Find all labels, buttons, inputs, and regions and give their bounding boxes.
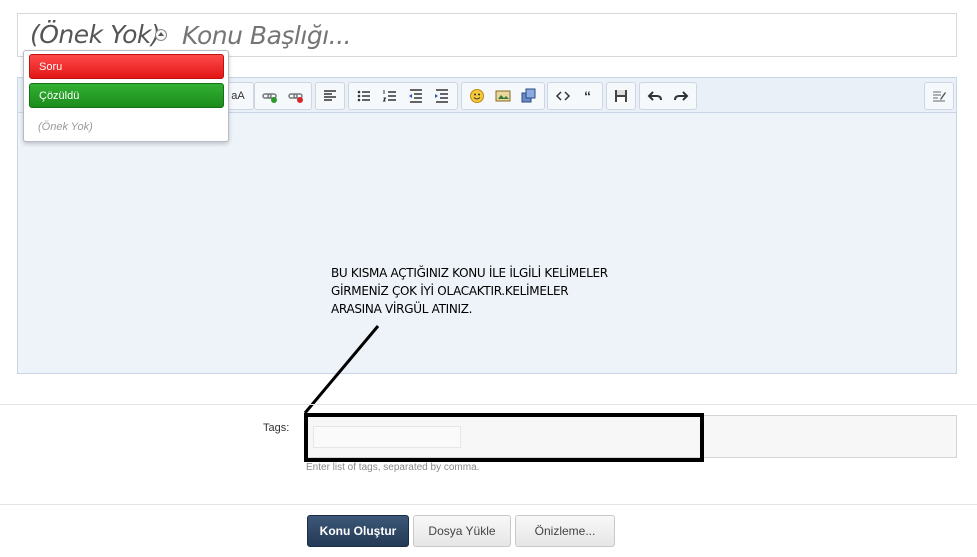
annotation-line: GİRMENİZ ÇOK İYİ OLACAKTIR.KELİMELER	[331, 284, 569, 298]
toolbar-group-link	[254, 82, 312, 110]
annotation-text: BU KISMA AÇTIĞINIZ KONU İLE İLGİLİ KELİM…	[331, 264, 651, 318]
prefix-option-none[interactable]: (Önek Yok)	[29, 115, 224, 140]
code-icon[interactable]	[551, 85, 574, 107]
upload-file-button[interactable]: Dosya Yükle	[413, 515, 511, 547]
indent-icon[interactable]	[430, 85, 454, 107]
toolbar-group-save	[606, 82, 636, 110]
numbered-list-icon[interactable]	[378, 85, 402, 107]
prefix-dropdown: Soru Çözüldü (Önek Yok)	[23, 50, 229, 142]
link-icon[interactable]	[258, 85, 282, 107]
prefix-selector[interactable]: (Önek Yok)	[30, 20, 161, 49]
save-icon[interactable]	[610, 85, 632, 107]
outdent-icon[interactable]	[404, 85, 428, 107]
tags-hint: Enter list of tags, separated by comma.	[306, 462, 480, 473]
preview-button[interactable]: Önizleme...	[515, 515, 615, 547]
redo-icon[interactable]	[669, 85, 693, 107]
tags-label: Tags:	[263, 422, 290, 434]
align-left-icon[interactable]	[319, 85, 341, 107]
prefix-option-soru[interactable]: Soru	[29, 54, 224, 79]
toolbar-group-source	[924, 82, 954, 110]
media-icon[interactable]	[517, 85, 541, 107]
annotation-line: BU KISMA AÇTIĞINIZ KONU İLE İLGİLİ KELİM…	[331, 266, 608, 280]
annotation-line: ARASINA VİRGÜL ATINIZ.	[331, 302, 473, 316]
toolbar-group-list	[348, 82, 458, 110]
prefix-option-cozuldu[interactable]: Çözüldü	[29, 83, 224, 108]
create-thread-button[interactable]: Konu Oluştur	[307, 515, 409, 547]
divider	[0, 504, 977, 505]
toolbar-group-media	[461, 82, 545, 110]
annotation-highlight-box	[304, 413, 704, 462]
unlink-icon[interactable]	[284, 85, 308, 107]
toggle-source-icon[interactable]	[928, 85, 950, 107]
editor-content-area[interactable]	[18, 114, 956, 373]
toolbar-group-align	[315, 82, 345, 110]
toolbar-group-history	[639, 82, 697, 110]
bullet-list-icon[interactable]	[352, 85, 376, 107]
toolbar-group-code: “	[547, 82, 603, 110]
image-icon[interactable]	[491, 85, 515, 107]
undo-icon[interactable]	[643, 85, 667, 107]
thread-title-input[interactable]	[180, 20, 780, 51]
quote-icon[interactable]: “	[576, 85, 599, 107]
font-size-icon[interactable]: aA	[226, 85, 250, 107]
smiley-icon[interactable]	[465, 85, 489, 107]
chevron-up-icon[interactable]	[155, 29, 167, 41]
divider	[0, 404, 977, 405]
